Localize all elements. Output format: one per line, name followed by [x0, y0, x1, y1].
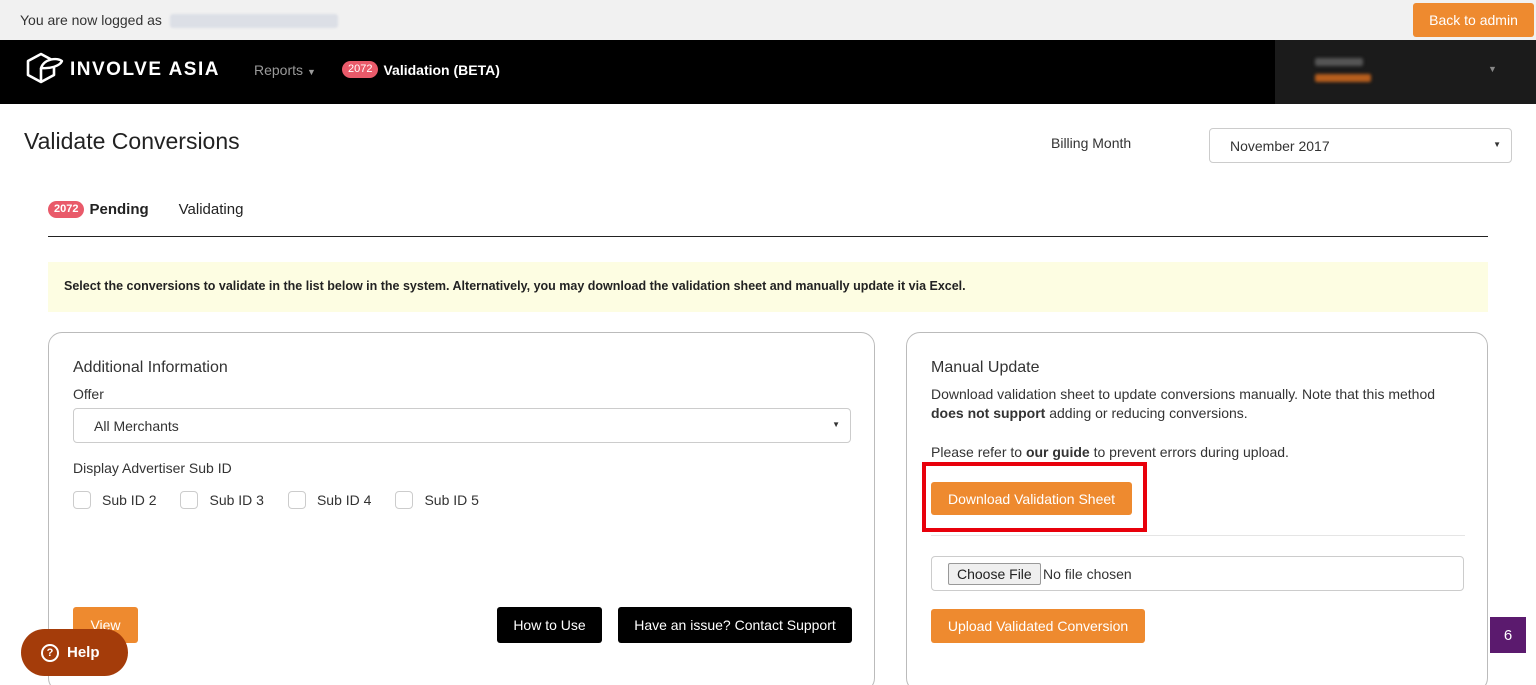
sub-id-label: Display Advertiser Sub ID	[73, 460, 232, 476]
tab-pending-label: Pending	[89, 201, 149, 218]
tab-validating[interactable]: Validating	[179, 201, 244, 218]
impersonation-label: You are now logged as	[20, 12, 162, 28]
sub-id-4-checkbox[interactable]	[287, 491, 306, 509]
download-validation-sheet-button[interactable]: Download Validation Sheet	[931, 482, 1132, 515]
nav-validation-label: Validation (BETA)	[383, 61, 500, 78]
guide-link[interactable]: our guide	[1026, 444, 1090, 460]
brand-logo[interactable]: INVOLVE ASIA	[24, 52, 220, 88]
caret-down-icon: ▼	[832, 420, 840, 429]
desc-bold-text: does not support	[931, 405, 1046, 421]
guide-text: to prevent errors during upload.	[1089, 444, 1289, 460]
validation-count-badge: 2072	[342, 61, 379, 78]
guide-note: Please refer to our guide to prevent err…	[931, 444, 1289, 460]
tabs-divider	[48, 236, 1488, 237]
billing-month-select[interactable]: November 2017 ▼	[1209, 128, 1512, 163]
upload-validated-conversion-button[interactable]: Upload Validated Conversion	[931, 609, 1145, 643]
brand-name: INVOLVE ASIA	[70, 59, 220, 80]
caret-down-icon: ▼	[1488, 64, 1497, 74]
nav-reports-menu[interactable]: Reports ▼	[254, 62, 316, 78]
sub-id-4-label: Sub ID 4	[316, 492, 372, 508]
desc-text: Download validation sheet to update conv…	[931, 386, 1436, 402]
top-navbar: INVOLVE ASIA Reports ▼ 2072 Validation (B…	[0, 40, 1536, 104]
offer-label: Offer	[73, 386, 104, 402]
sub-id-3-option[interactable]: Sub ID 3	[180, 491, 264, 509]
sub-id-2-label: Sub ID 2	[102, 492, 157, 508]
question-icon: ?	[41, 643, 59, 662]
contact-support-button[interactable]: Have an issue? Contact Support	[618, 607, 852, 643]
caret-down-icon: ▼	[1493, 140, 1501, 149]
panel-title: Additional Information	[73, 359, 228, 376]
manual-update-panel: Manual Update Download validation sheet …	[906, 332, 1488, 685]
offer-select-value: All Merchants	[94, 418, 179, 434]
desc-text: adding or reducing conversions.	[1045, 405, 1248, 421]
choose-file-button[interactable]: Choose File	[948, 563, 1041, 585]
guide-text: Please refer to	[931, 444, 1026, 460]
additional-information-panel: Additional Information Offer All Merchan…	[48, 332, 875, 685]
manual-update-description: Download validation sheet to update conv…	[931, 385, 1461, 423]
notice-text: Select the conversions to validate in th…	[64, 279, 966, 293]
nav-reports-label: Reports	[254, 62, 304, 78]
side-notification-badge[interactable]: 6	[1490, 617, 1526, 653]
info-notice: Select the conversions to validate in th…	[48, 262, 1488, 312]
billing-month-label: Billing Month	[1051, 135, 1132, 151]
billing-month-value: November 2017	[1230, 138, 1330, 154]
cube-logo-icon	[26, 52, 64, 84]
section-divider	[931, 535, 1465, 536]
sub-id-3-checkbox[interactable]	[180, 491, 199, 509]
blurred-user-line	[1315, 74, 1371, 82]
impersonation-text: You are now logged as	[20, 12, 338, 29]
offer-select[interactable]: All Merchants ▼	[73, 408, 851, 443]
user-menu[interactable]: ▼	[1275, 40, 1536, 104]
page-title: Validate Conversions	[24, 128, 240, 154]
blurred-user-line	[1315, 58, 1363, 66]
panel-title: Manual Update	[931, 359, 1040, 376]
help-label: Help	[67, 644, 100, 661]
back-to-admin-button[interactable]: Back to admin	[1413, 3, 1534, 37]
sub-id-5-option[interactable]: Sub ID 5	[395, 491, 479, 509]
sub-id-2-checkbox[interactable]	[73, 491, 91, 509]
sub-id-checkboxes: Sub ID 2 Sub ID 3 Sub ID 4 Sub ID 5	[73, 491, 503, 509]
sub-id-3-label: Sub ID 3	[209, 492, 264, 508]
caret-down-icon: ▼	[307, 67, 316, 77]
help-button[interactable]: ? Help	[21, 629, 128, 676]
no-file-chosen-text: No file chosen	[1043, 566, 1132, 582]
file-upload-input[interactable]: Choose File No file chosen	[931, 556, 1464, 591]
tab-pending[interactable]: 2072 Pending	[48, 201, 149, 218]
status-tabs: 2072 Pending Validating	[48, 201, 243, 218]
sub-id-5-checkbox[interactable]	[395, 491, 414, 509]
how-to-use-button[interactable]: How to Use	[497, 607, 602, 643]
sub-id-2-option[interactable]: Sub ID 2	[73, 491, 156, 509]
blurred-user-name	[169, 14, 338, 29]
sub-id-5-label: Sub ID 5	[424, 492, 479, 508]
pending-count-badge: 2072	[48, 201, 85, 218]
nav-validation-link[interactable]: 2072 Validation (BETA)	[342, 61, 500, 78]
impersonation-bar: You are now logged as Back to admin	[0, 0, 1536, 40]
sub-id-4-option[interactable]: Sub ID 4	[287, 491, 372, 509]
